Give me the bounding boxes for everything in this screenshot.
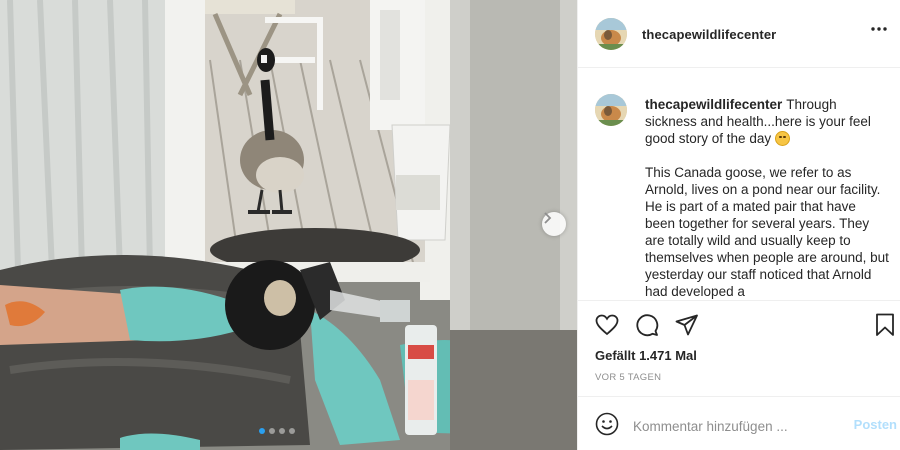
grinning-emoji-icon bbox=[774, 131, 790, 146]
post-photo bbox=[0, 0, 577, 450]
caption-avatar[interactable] bbox=[595, 94, 627, 126]
post-details-panel: thecapewildlifecenter thecapewildlifecen… bbox=[577, 0, 900, 450]
caption-text: thecapewildlifecenter Through sickness an… bbox=[645, 96, 889, 300]
heart-icon[interactable] bbox=[595, 314, 619, 336]
likes-count[interactable]: Gefällt 1.471 Mal bbox=[595, 348, 697, 363]
post-media[interactable] bbox=[0, 0, 577, 450]
comment-icon[interactable] bbox=[635, 313, 659, 337]
caption-paragraph: This Canada goose, we refer to as Arnold… bbox=[645, 165, 889, 299]
carousel-next-button[interactable] bbox=[542, 212, 566, 236]
share-paper-plane-icon[interactable] bbox=[675, 314, 699, 336]
smiley-icon[interactable] bbox=[595, 412, 619, 436]
comment-input[interactable] bbox=[633, 416, 833, 436]
avatar-image bbox=[595, 18, 627, 50]
carousel-dot bbox=[259, 428, 265, 434]
post-header: thecapewildlifecenter bbox=[578, 0, 900, 68]
carousel-dot bbox=[279, 428, 285, 434]
header-username[interactable]: thecapewildlifecenter bbox=[642, 27, 776, 42]
bookmark-icon[interactable] bbox=[875, 313, 895, 337]
caption-area: thecapewildlifecenter Through sickness an… bbox=[578, 68, 900, 300]
post-actions: Gefällt 1.471 Mal VOR 5 TAGEN Posten bbox=[578, 300, 900, 450]
post-timestamp[interactable]: VOR 5 TAGEN bbox=[595, 372, 661, 383]
caption-username[interactable]: thecapewildlifecenter bbox=[645, 97, 782, 112]
more-options-icon[interactable] bbox=[871, 27, 887, 31]
avatar[interactable] bbox=[595, 18, 627, 50]
comment-form: Posten bbox=[578, 396, 900, 450]
carousel-indicator bbox=[259, 428, 295, 434]
post-comment-button[interactable]: Posten bbox=[854, 417, 897, 432]
avatar-image bbox=[595, 94, 627, 126]
chevron-right-icon bbox=[544, 212, 552, 224]
carousel-dot bbox=[289, 428, 295, 434]
carousel-dot bbox=[269, 428, 275, 434]
